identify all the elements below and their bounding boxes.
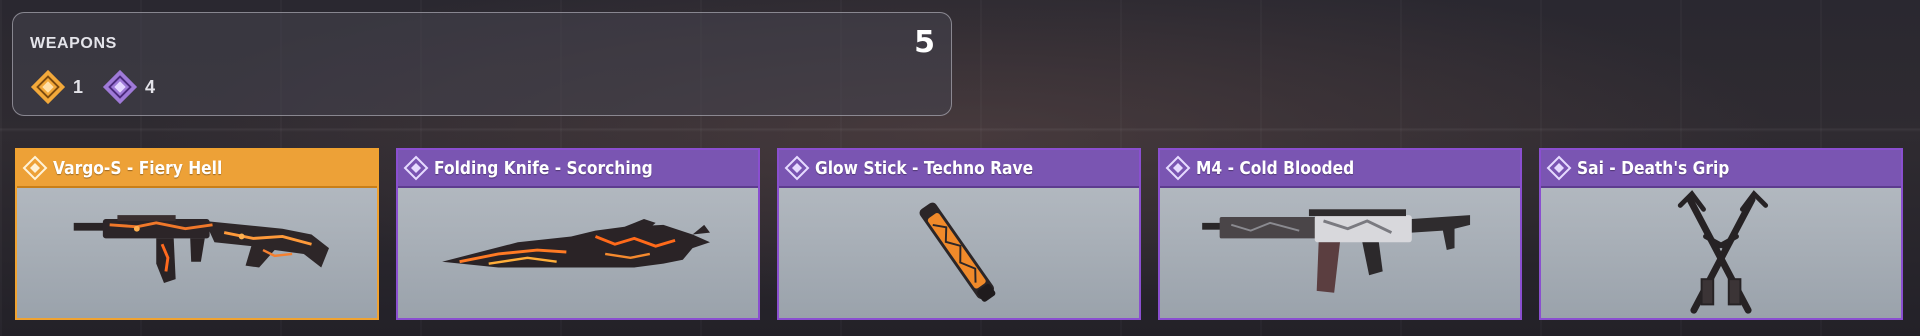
weapon-card[interactable]: Sai - Death's Grip (1539, 148, 1903, 320)
card-header: Folding Knife - Scorching (398, 150, 758, 188)
epic-rarity-icon (102, 69, 138, 105)
weapon-card[interactable]: M4 - Cold Blooded (1158, 148, 1522, 320)
weapon-name: Vargo-S - Fiery Hell (53, 157, 223, 179)
total-count: 5 (914, 25, 935, 60)
card-header: Sai - Death's Grip (1541, 150, 1901, 188)
section-title: WEAPONS (30, 35, 117, 52)
legendary-rarity-icon (22, 155, 48, 181)
weapons-summary-panel: WEAPONS 5 1 4 (12, 12, 952, 116)
legendary-rarity-icon (30, 69, 66, 105)
legendary-count: 1 (29, 68, 83, 106)
rifle-icon (1160, 186, 1520, 318)
epic-rarity-icon (1546, 155, 1572, 181)
weapon-card[interactable]: Folding Knife - Scorching (396, 148, 760, 320)
weapon-name: Glow Stick - Techno Rave (815, 157, 1034, 179)
assault-rifle-icon (17, 186, 377, 318)
weapon-name: Sai - Death's Grip (1577, 157, 1730, 179)
card-header: Glow Stick - Techno Rave (779, 150, 1139, 188)
sai-icon (1541, 186, 1901, 318)
epic-rarity-icon (1165, 155, 1191, 181)
card-header: Vargo-S - Fiery Hell (17, 150, 377, 188)
weapon-card[interactable]: Glow Stick - Techno Rave (777, 148, 1141, 320)
weapon-card[interactable]: Vargo-S - Fiery Hell (15, 148, 379, 320)
card-header: M4 - Cold Blooded (1160, 150, 1520, 188)
rarity-breakdown: 1 4 (29, 68, 173, 106)
epic-count: 4 (101, 68, 155, 106)
epic-rarity-icon (403, 155, 429, 181)
knife-icon (398, 186, 758, 318)
weapon-name: M4 - Cold Blooded (1196, 157, 1355, 179)
epic-rarity-icon (784, 155, 810, 181)
glow-stick-icon (779, 186, 1139, 318)
weapon-name: Folding Knife - Scorching (434, 157, 653, 179)
